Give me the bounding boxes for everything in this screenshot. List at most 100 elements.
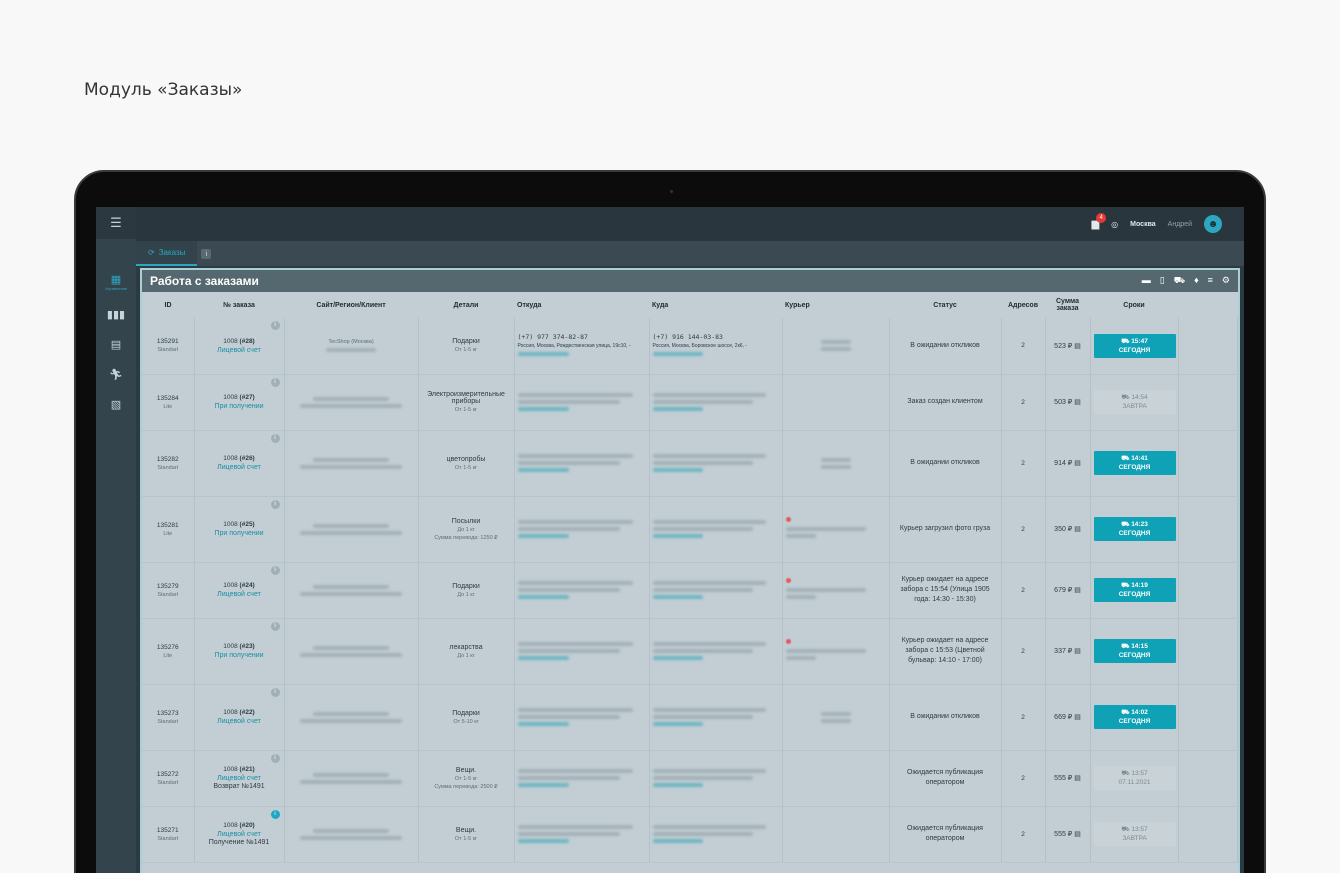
- map-icon[interactable]: ▧: [96, 389, 136, 419]
- info-icon[interactable]: i: [270, 321, 280, 330]
- info-icon[interactable]: i: [270, 621, 280, 631]
- column-header[interactable]: Откуда: [514, 292, 649, 318]
- payment-method[interactable]: При получении: [198, 403, 281, 410]
- column-header[interactable]: Статус: [889, 292, 1001, 318]
- payment-method[interactable]: Лицевой счет: [198, 347, 281, 354]
- info-icon[interactable]: i: [270, 687, 280, 697]
- id-cell[interactable]: 135273 Standart: [142, 684, 195, 751]
- column-header[interactable]: Сроки: [1090, 292, 1178, 318]
- deadline-badge[interactable]: ⛟ 14:15 СЕГОДНЯ: [1093, 638, 1176, 664]
- info-icon[interactable]: i: [270, 565, 280, 575]
- deadline-badge[interactable]: ⛟ 13:57 ЗАВТРА: [1093, 821, 1176, 847]
- table-row[interactable]: 135281 Lite i 1008 (#25) При получении Посы…: [142, 496, 1238, 563]
- city-selector[interactable]: Москва: [1130, 221, 1156, 228]
- courier-cell[interactable]: [782, 750, 890, 807]
- settings-icon[interactable]: ⚙: [1222, 275, 1230, 287]
- courier-cell[interactable]: [782, 374, 890, 431]
- list-icon[interactable]: ▤: [96, 329, 136, 359]
- order-number-cell[interactable]: i 1008 (#23) При получении: [194, 618, 285, 685]
- deadline-badge[interactable]: ⛟ 14:41 СЕГОДНЯ: [1093, 450, 1176, 476]
- info-icon[interactable]: i: [270, 753, 280, 763]
- column-header[interactable]: ID: [142, 292, 194, 318]
- table-row[interactable]: 135279 Standart i 1008 (#24) Лицевой счет П…: [142, 562, 1238, 619]
- info-icon[interactable]: i: [270, 809, 280, 819]
- deadline-cell[interactable]: ⛟ 13:57 ЗАВТРА: [1090, 806, 1179, 863]
- order-number-cell[interactable]: i 1008 (#28) Лицевой счет: [194, 318, 285, 375]
- id-cell[interactable]: 135284 Lite: [142, 374, 195, 431]
- column-header[interactable]: № заказа: [194, 292, 284, 318]
- info-tab-icon[interactable]: i: [201, 249, 212, 259]
- info-icon[interactable]: i: [270, 377, 280, 387]
- id-cell[interactable]: 135271 Standart: [142, 806, 195, 863]
- deadline-cell[interactable]: ⛟ 14:15 СЕГОДНЯ: [1090, 618, 1179, 685]
- briefcase-icon[interactable]: ▬: [1142, 275, 1151, 287]
- columns-icon[interactable]: ▮▮▮: [96, 299, 136, 329]
- table-row[interactable]: 135284 Lite i 1008 (#27) При получении Элек…: [142, 374, 1238, 431]
- payment-method[interactable]: При получении: [198, 530, 281, 537]
- tab-orders[interactable]: ⟳ Заказы: [136, 241, 198, 266]
- deadline-badge[interactable]: ⛟ 14:02 СЕГОДНЯ: [1093, 704, 1176, 730]
- info-icon[interactable]: i: [270, 433, 280, 443]
- payment-method[interactable]: Лицевой счет: [198, 464, 281, 471]
- column-header[interactable]: Курьер: [782, 292, 889, 318]
- user-name[interactable]: Андрей: [1168, 221, 1192, 228]
- deadline-cell[interactable]: ⛟ 14:19 СЕГОДНЯ: [1090, 562, 1179, 619]
- column-header[interactable]: Сумма заказа: [1045, 292, 1090, 318]
- linked-order[interactable]: Возврат №1491: [198, 783, 281, 790]
- deadline-cell[interactable]: ⛟ 14:02 СЕГОДНЯ: [1090, 684, 1179, 751]
- courier-cell[interactable]: [782, 684, 890, 751]
- table-row[interactable]: 135271 Standart i 1008 (#20) Лицевой счет По…: [142, 806, 1238, 863]
- filter-icon[interactable]: ≡: [1208, 275, 1213, 287]
- deadline-badge[interactable]: ⛟ 13:57 07.11.2021: [1093, 765, 1176, 791]
- payment-method[interactable]: Лицевой счет: [198, 831, 281, 838]
- pin-icon[interactable]: ♦: [1194, 275, 1199, 287]
- order-number-cell[interactable]: i 1008 (#24) Лицевой счет: [194, 562, 285, 619]
- deadline-badge[interactable]: ⛟ 14:23 СЕГОДНЯ: [1093, 516, 1176, 542]
- payment-method[interactable]: Лицевой счет: [198, 718, 281, 725]
- column-header[interactable]: Детали: [418, 292, 514, 318]
- courier-cell[interactable]: [782, 618, 890, 685]
- menu-icon[interactable]: ☰: [96, 207, 136, 239]
- deadline-cell[interactable]: ⛟ 14:41 СЕГОДНЯ: [1090, 430, 1179, 497]
- courier-icon[interactable]: 🏃︎: [96, 359, 136, 389]
- info-icon[interactable]: i: [270, 499, 280, 509]
- courier-cell[interactable]: [782, 430, 890, 497]
- sidebar-item-dashboard[interactable]: ▦ Управление: [96, 265, 136, 299]
- courier-cell[interactable]: [782, 496, 890, 563]
- courier-cell[interactable]: [782, 318, 890, 375]
- linked-order[interactable]: Получение №1491: [198, 839, 281, 846]
- table-row[interactable]: 135273 Standart i 1008 (#22) Лицевой счет П…: [142, 684, 1238, 751]
- document-icon[interactable]: ▯: [1160, 275, 1165, 287]
- table-row[interactable]: 135291 Standart i 1008 (#28) Лицевой счет T…: [142, 318, 1238, 375]
- deadline-badge[interactable]: ⛟ 14:54 ЗАВТРА: [1093, 389, 1176, 415]
- courier-cell[interactable]: [782, 806, 890, 863]
- table-row[interactable]: 135282 Standart i 1008 (#26) Лицевой счет ц…: [142, 430, 1238, 497]
- table-row[interactable]: 135276 Lite i 1008 (#23) При получении лека…: [142, 618, 1238, 685]
- id-cell[interactable]: 135281 Lite: [142, 496, 195, 563]
- column-header[interactable]: Куда: [649, 292, 782, 318]
- order-number-cell[interactable]: i 1008 (#20) Лицевой счет Получение №1491: [194, 806, 285, 863]
- id-cell[interactable]: 135291 Standart: [142, 318, 195, 375]
- order-number-cell[interactable]: i 1008 (#26) Лицевой счет: [194, 430, 285, 497]
- column-header[interactable]: Адресов: [1001, 292, 1045, 318]
- deadline-cell[interactable]: ⛟ 15:47 СЕГОДНЯ: [1090, 318, 1179, 375]
- payment-method[interactable]: Лицевой счет: [198, 591, 281, 598]
- notifications-button[interactable]: ▆ 4: [1091, 212, 1107, 230]
- location-icon[interactable]: ◎: [1111, 220, 1118, 229]
- deadline-cell[interactable]: ⛟ 14:54 ЗАВТРА: [1090, 374, 1179, 431]
- table-row[interactable]: 135272 Standart i 1008 (#21) Лицевой счет Во…: [142, 750, 1238, 807]
- payment-method[interactable]: При получении: [198, 652, 281, 659]
- courier-cell[interactable]: [782, 562, 890, 619]
- order-number-cell[interactable]: i 1008 (#22) Лицевой счет: [194, 684, 285, 751]
- deadline-badge[interactable]: ⛟ 15:47 СЕГОДНЯ: [1093, 333, 1176, 358]
- order-number-cell[interactable]: i 1008 (#27) При получении: [194, 374, 285, 431]
- column-header[interactable]: Сайт/Регион/Клиент: [284, 292, 418, 318]
- id-cell[interactable]: 135279 Standart: [142, 562, 195, 619]
- order-number-cell[interactable]: i 1008 (#25) При получении: [194, 496, 285, 563]
- order-number-cell[interactable]: i 1008 (#21) Лицевой счет Возврат №1491: [194, 750, 285, 807]
- deadline-badge[interactable]: ⛟ 14:19 СЕГОДНЯ: [1093, 577, 1176, 603]
- id-cell[interactable]: 135282 Standart: [142, 430, 195, 497]
- payment-method[interactable]: Лицевой счет: [198, 775, 281, 782]
- id-cell[interactable]: 135276 Lite: [142, 618, 195, 685]
- id-cell[interactable]: 135272 Standart: [142, 750, 195, 807]
